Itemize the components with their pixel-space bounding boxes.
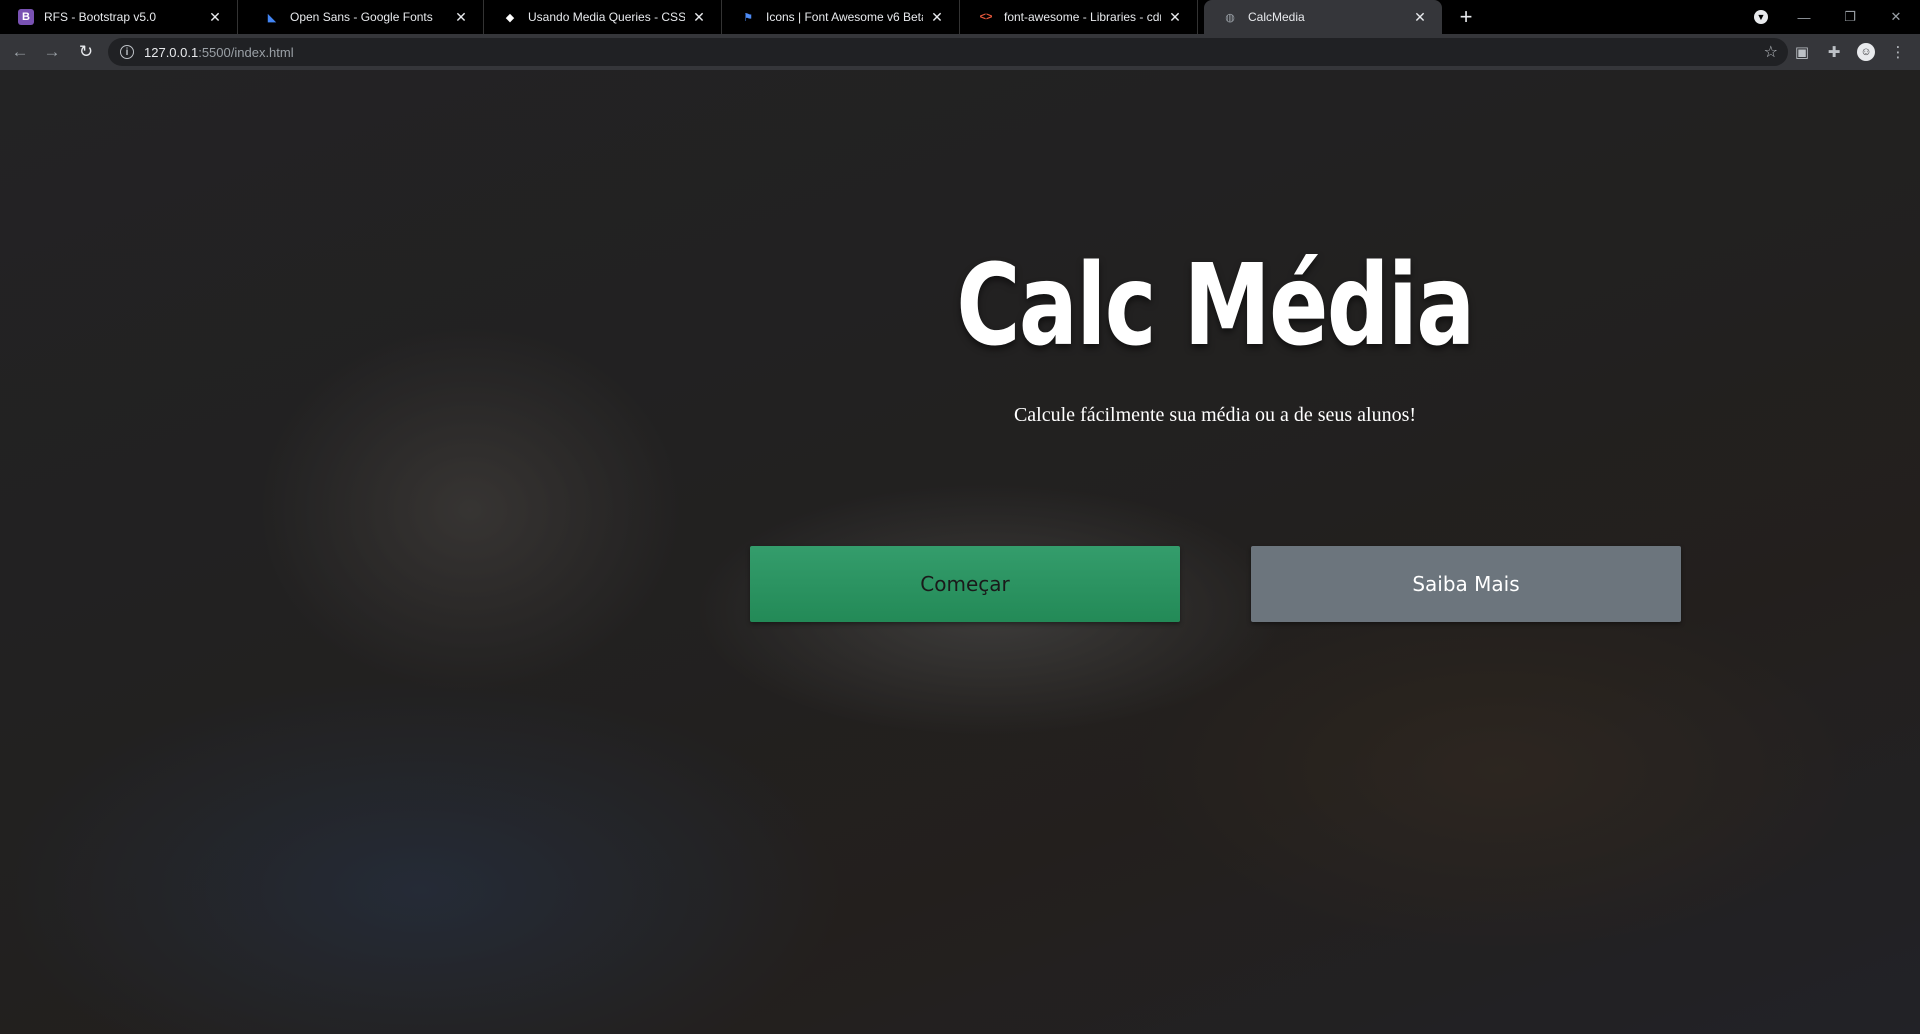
extension-icon[interactable]: ▣ [1788,38,1816,66]
start-button[interactable]: Começar [750,546,1180,622]
page-viewport: Calc Média Calcule fácilmente sua média … [0,70,1920,1034]
mdn-icon: ◆ [505,11,515,24]
globe-icon: ◍ [1225,11,1235,24]
reload-button[interactable]: ↻ [72,38,100,66]
close-icon[interactable]: ✕ [691,9,707,26]
address-path: :5500/index.html [198,44,294,60]
tab-title: Open Sans - Google Fonts [290,10,433,24]
puzzle-icon[interactable]: ✚ [1820,38,1848,66]
back-button[interactable]: ← [6,38,34,66]
tab-google-fonts[interactable]: ◣ Open Sans - Google Fonts ✕ [246,0,484,34]
tab-cdnjs[interactable]: <> font-awesome - Libraries - cdnjs ✕ [960,0,1198,34]
forward-button[interactable]: → [38,38,66,66]
chevron-down-icon: ▼ [1754,10,1768,24]
close-icon[interactable]: ✕ [1167,9,1183,26]
tab-calcmedia[interactable]: ◍ CalcMedia ✕ [1204,0,1442,34]
tab-title: CalcMedia [1248,10,1305,24]
bootstrap-icon: B [18,9,34,25]
google-fonts-icon: ◣ [267,11,277,24]
close-icon[interactable]: ✕ [1412,9,1428,26]
browser-tab-strip: B RFS - Bootstrap v5.0 ✕ ◣ Open Sans - G… [0,0,1920,34]
tab-title: Usando Media Queries - CSS | MDN [528,10,685,24]
close-icon[interactable]: ✕ [207,9,223,26]
browser-toolbar: ← → ↻ i 127.0.0.1:5500/index.html ☆ ▣ ✚ … [0,34,1920,71]
arrow-left-icon: ← [11,42,29,61]
hero-title: Calc Média [956,241,1475,371]
minimize-button[interactable]: — [1784,0,1824,34]
learn-more-button[interactable]: Saiba Mais [1251,546,1681,622]
tab-bootstrap[interactable]: B RFS - Bootstrap v5.0 ✕ [0,0,238,34]
tab-search-button[interactable]: ▼ [1741,0,1781,34]
address-host: 127.0.0.1 [144,44,199,60]
close-icon[interactable]: ✕ [453,9,469,26]
close-icon[interactable]: ✕ [929,9,945,26]
avatar[interactable]: ☺ [1852,38,1880,66]
tab-title: RFS - Bootstrap v5.0 [44,10,157,24]
profile-icon: ☺ [1857,43,1875,61]
tab-title: font-awesome - Libraries - cdnjs [1004,10,1161,24]
reload-icon: ↻ [78,42,94,61]
flag-icon: ⚑ [743,11,753,24]
code-icon: <> [979,11,993,23]
tab-font-awesome[interactable]: ⚑ Icons | Font Awesome v6 Beta ✕ [722,0,960,34]
info-icon[interactable]: i [120,45,134,59]
address-bar[interactable]: i 127.0.0.1:5500/index.html ☆ [108,38,1788,66]
restore-button[interactable]: ❐ [1830,0,1870,34]
more-vert-icon: ⋮ [1890,44,1906,61]
tab-title: Icons | Font Awesome v6 Beta [766,10,923,24]
bookmark-star-icon[interactable]: ☆ [1764,42,1778,62]
new-tab-button[interactable]: + [1454,0,1478,34]
tab-mdn[interactable]: ◆ Usando Media Queries - CSS | MDN ✕ [484,0,722,34]
menu-button[interactable]: ⋮ [1884,38,1912,66]
close-window-button[interactable]: ✕ [1876,0,1916,34]
arrow-right-icon: → [43,42,61,61]
hero-subtitle: Calcule fácilmente sua média ou a de seu… [1013,404,1417,426]
